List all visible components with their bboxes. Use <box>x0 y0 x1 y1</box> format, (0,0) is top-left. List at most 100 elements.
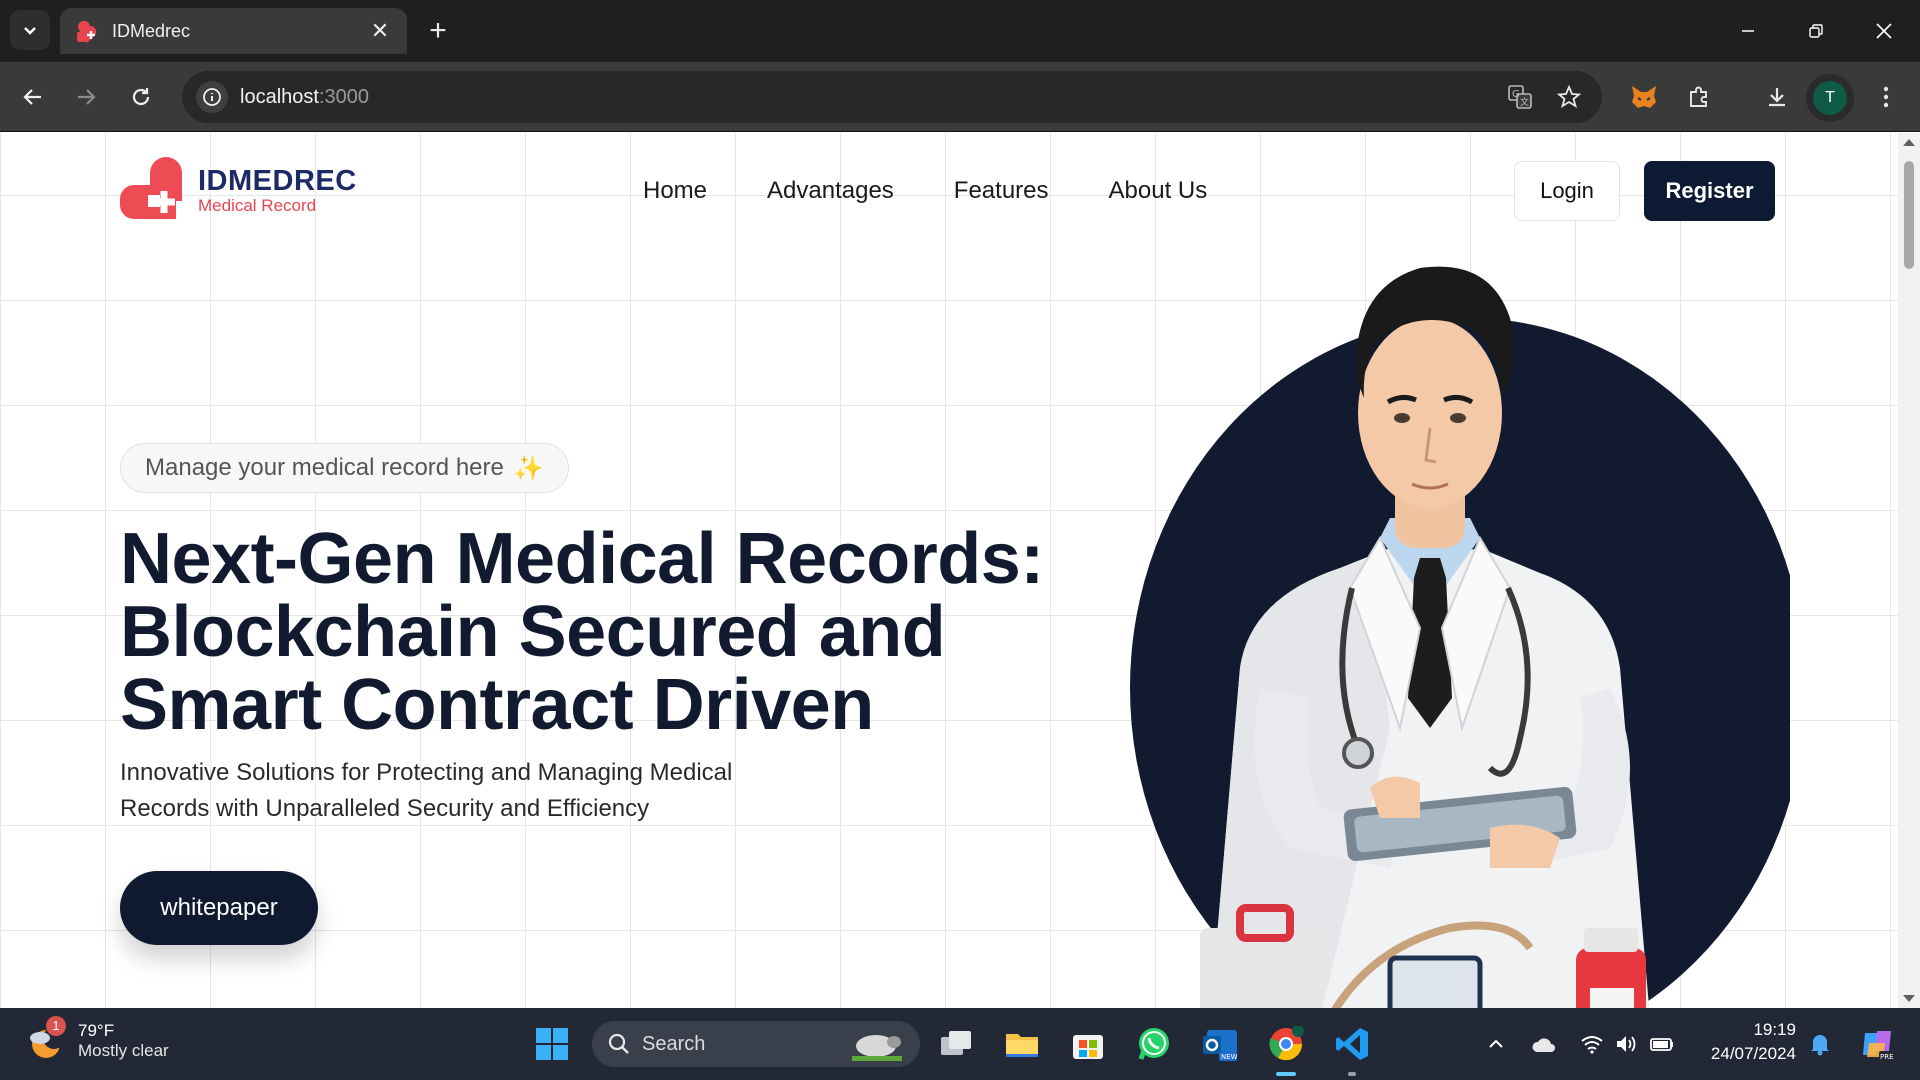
hero-title-line: Next-Gen Medical Records: <box>120 519 1044 599</box>
taskbar-search[interactable]: Search <box>592 1021 920 1067</box>
chrome-active-indicator <box>1276 1072 1296 1076</box>
task-view-button[interactable] <box>934 1022 978 1066</box>
nav-features[interactable]: Features <box>954 177 1049 205</box>
sparkle-icon: ✨ <box>513 454 544 482</box>
wifi-tray[interactable] <box>1578 1030 1606 1058</box>
idmedrec-favicon-icon <box>74 18 100 44</box>
search-icon <box>608 1033 629 1054</box>
metamask-extension[interactable] <box>1626 79 1662 115</box>
url-port: :3000 <box>318 85 369 108</box>
register-button[interactable]: Register <box>1644 161 1775 221</box>
browser-tab[interactable]: IDMedrec ✕ <box>60 8 407 54</box>
store-icon <box>1073 1035 1103 1059</box>
whatsapp-button[interactable] <box>1132 1022 1176 1066</box>
copilot-button[interactable]: PRE <box>1858 1024 1898 1064</box>
microsoft-store-button[interactable] <box>1066 1022 1110 1066</box>
start-button[interactable] <box>530 1022 574 1066</box>
arrow-right-icon <box>78 89 96 105</box>
folder-icon <box>1006 1034 1038 1057</box>
page-scrollbar[interactable] <box>1898 133 1920 1008</box>
sheep-illustration-icon <box>852 1035 902 1061</box>
tab-search-button[interactable] <box>10 10 50 50</box>
hero-subtitle: Innovative Solutions for Protecting and … <box>120 755 840 827</box>
translate-button[interactable]: G文 <box>1502 79 1538 115</box>
vscode-icon <box>1336 1028 1368 1060</box>
download-icon <box>1769 88 1785 107</box>
nav-advantages[interactable]: Advantages <box>767 177 894 205</box>
weather-description: Mostly clear <box>78 1041 169 1060</box>
scroll-down-arrow-icon[interactable] <box>1903 995 1915 1002</box>
login-button[interactable]: Login <box>1514 161 1620 221</box>
kebab-menu-icon <box>1883 86 1889 108</box>
minimize-button[interactable] <box>1714 0 1782 62</box>
onedrive-tray[interactable] <box>1530 1030 1558 1058</box>
speaker-icon <box>1617 1036 1636 1052</box>
url-host: localhost <box>240 85 319 108</box>
new-tab-button[interactable]: + <box>420 14 456 50</box>
puzzle-icon <box>1690 86 1707 107</box>
show-hidden-icons-button[interactable] <box>1482 1030 1510 1058</box>
scroll-up-arrow-icon[interactable] <box>1903 139 1915 146</box>
fox-icon <box>1632 86 1656 108</box>
notifications-button[interactable] <box>1806 1030 1834 1058</box>
forward-button[interactable] <box>68 79 104 115</box>
reload-button[interactable] <box>123 79 159 115</box>
moon-cloud-icon: 1 <box>26 1016 68 1062</box>
bookmark-button[interactable] <box>1551 79 1587 115</box>
downloads-button[interactable] <box>1759 79 1795 115</box>
heart-cross-logo-icon <box>120 155 192 227</box>
chevron-up-icon <box>1489 1039 1503 1048</box>
arrow-left-icon <box>23 89 41 105</box>
battery-icon <box>1650 1038 1673 1051</box>
weather-widget[interactable]: 1 79°F Mostly clear <box>26 1016 169 1062</box>
nav-home[interactable]: Home <box>643 177 707 205</box>
browser-toolbar: localhost:3000 G文 T <box>0 62 1920 132</box>
profile-avatar[interactable]: T <box>1806 74 1854 122</box>
address-bar[interactable]: localhost:3000 <box>182 71 1602 123</box>
browser-titlebar: IDMedrec ✕ + <box>0 0 1920 62</box>
chrome-button[interactable] <box>1264 1022 1308 1066</box>
clock-time: 19:19 <box>1753 1020 1796 1039</box>
close-window-button[interactable] <box>1850 0 1918 62</box>
hero-title-line: Smart Contract Driven <box>120 665 874 745</box>
profile-initial: T <box>1813 81 1847 115</box>
close-tab-icon[interactable]: ✕ <box>367 18 393 44</box>
copilot-icon: PRE <box>1863 1031 1897 1061</box>
svg-text:NEW: NEW <box>1221 1053 1238 1061</box>
battery-tray[interactable] <box>1648 1030 1676 1058</box>
search-label: Search <box>642 1032 706 1055</box>
windows-taskbar: 1 79°F Mostly clear Search NEW 19:19 24/… <box>0 1008 1920 1080</box>
cloud-icon <box>1532 1038 1555 1052</box>
star-icon <box>1557 85 1581 108</box>
whitepaper-button[interactable]: whitepaper <box>120 871 318 945</box>
scrollbar-thumb[interactable] <box>1904 161 1914 269</box>
minimize-icon <box>1742 30 1754 32</box>
weather-badge: 1 <box>46 1016 66 1036</box>
site-info-icon[interactable] <box>196 81 228 113</box>
extensions-button[interactable] <box>1681 79 1717 115</box>
svg-text:G: G <box>1512 89 1520 100</box>
hero-subtitle-line: Records with Unparalleled Security and E… <box>120 795 650 822</box>
page-viewport: IDMEDREC Medical Record Home Advantages … <box>0 133 1898 1008</box>
doctor-illustration <box>1130 266 1790 1008</box>
nav-about-us[interactable]: About Us <box>1109 177 1208 205</box>
browser-menu-button[interactable] <box>1868 79 1904 115</box>
vscode-button[interactable] <box>1330 1022 1374 1066</box>
volume-tray[interactable] <box>1612 1030 1640 1058</box>
back-button[interactable] <box>15 79 51 115</box>
svg-text:PRE: PRE <box>1880 1053 1894 1061</box>
outlook-icon: NEW <box>1203 1030 1238 1061</box>
outlook-new-button[interactable]: NEW <box>1198 1022 1242 1066</box>
tagline-text: Manage your medical record here <box>145 454 504 481</box>
clock-date: 24/07/2024 <box>1710 1044 1796 1063</box>
translate-icon: G文 <box>1508 85 1532 109</box>
reload-icon <box>132 88 150 106</box>
tagline-pill: Manage your medical record here ✨ <box>120 443 569 493</box>
tab-title: IDMedrec <box>112 20 191 41</box>
file-explorer-button[interactable] <box>1000 1022 1044 1066</box>
weather-temperature: 79°F <box>78 1021 115 1040</box>
windows-logo-icon <box>536 1028 568 1060</box>
site-logo[interactable]: IDMEDREC Medical Record <box>120 155 357 227</box>
system-clock[interactable]: 19:19 24/07/2024 <box>1696 1020 1796 1064</box>
restore-button[interactable] <box>1782 0 1850 62</box>
